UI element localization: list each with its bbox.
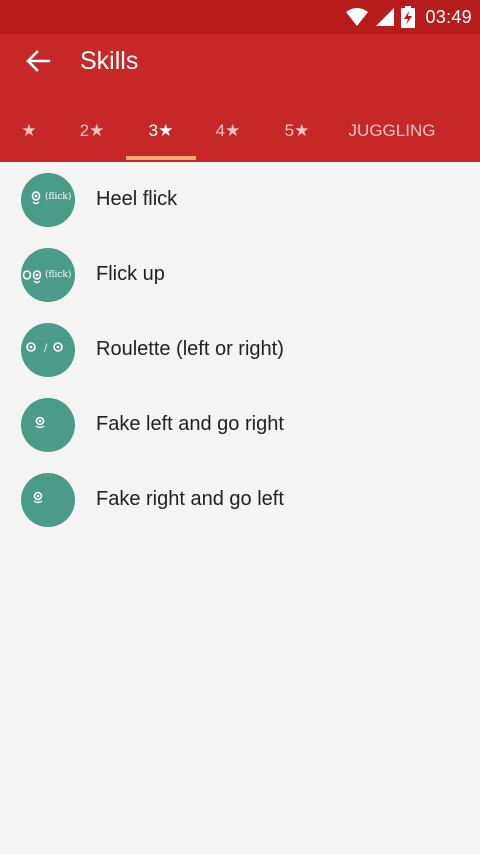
skill-avatar: (flick) xyxy=(21,248,75,302)
list-item[interactable]: Fake right and go left xyxy=(0,462,480,537)
tab-indicator xyxy=(126,156,196,160)
skill-label: Roulette (left or right) xyxy=(96,338,284,360)
avatar-caption: / xyxy=(44,343,48,354)
tab-2-star[interactable]: 2★ xyxy=(74,104,110,162)
foot-icon: (flick) xyxy=(22,269,71,284)
cell-signal-icon xyxy=(376,8,395,26)
page-title: Skills xyxy=(80,47,139,75)
skill-avatar xyxy=(21,398,75,452)
foot-icon xyxy=(33,491,43,504)
status-icons: 03:49 xyxy=(345,0,472,34)
tab-1-star[interactable]: ★ xyxy=(16,104,42,162)
app-bar: Skills ★ 2★ 3★ 4★ 5★ JUGGLING xyxy=(0,34,480,162)
avatar-caption: (flick) xyxy=(45,191,71,202)
tab-bar: ★ 2★ 3★ 4★ 5★ JUGGLING xyxy=(0,104,480,162)
list-item[interactable]: (flick) Flick up xyxy=(0,237,480,312)
status-time: 03:49 xyxy=(425,6,472,27)
status-bar: 03:49 xyxy=(0,0,480,34)
avatar-caption: (flick) xyxy=(45,269,71,280)
skill-label: Fake right and go left xyxy=(96,488,284,510)
battery-charging-icon xyxy=(401,6,416,28)
skill-avatar: (flick) xyxy=(21,173,75,227)
skills-list: (flick) Heel flick (flick) Flick up / Ro… xyxy=(0,162,480,537)
tab-4-star[interactable]: 4★ xyxy=(210,104,246,162)
skill-avatar: / xyxy=(21,323,75,377)
tab-5-star[interactable]: 5★ xyxy=(279,104,315,162)
skill-avatar xyxy=(21,473,75,527)
foot-icon: / xyxy=(26,342,63,354)
back-button[interactable] xyxy=(20,46,56,76)
skill-label: Fake left and go right xyxy=(96,413,284,435)
wifi-icon xyxy=(346,8,369,26)
skill-label: Heel flick xyxy=(96,188,178,210)
foot-icon: (flick) xyxy=(31,191,71,205)
tab-3-star[interactable]: 3★ xyxy=(141,104,181,162)
skill-label: Flick up xyxy=(96,263,165,285)
arrow-back-icon xyxy=(26,50,51,72)
list-item[interactable]: / Roulette (left or right) xyxy=(0,312,480,387)
list-item[interactable]: (flick) Heel flick xyxy=(0,162,480,237)
list-item[interactable]: Fake left and go right xyxy=(0,387,480,462)
tab-juggling[interactable]: JUGGLING xyxy=(344,104,440,162)
foot-icon xyxy=(35,416,45,429)
